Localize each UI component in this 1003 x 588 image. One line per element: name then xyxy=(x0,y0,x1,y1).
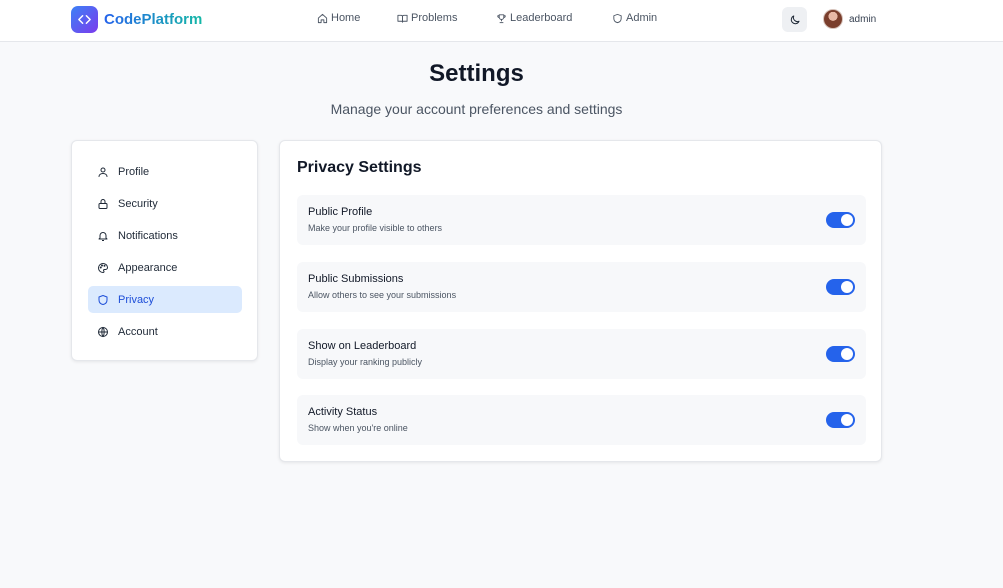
setting-public-submissions: Public Submissions Allow others to see y… xyxy=(297,262,866,312)
lock-icon xyxy=(98,198,108,209)
sidebar-item-label: Privacy xyxy=(118,293,155,306)
toggle-knob xyxy=(841,281,853,293)
avatar xyxy=(823,9,843,29)
user-menu[interactable]: admin xyxy=(823,9,876,29)
nav-problems-label: Problems xyxy=(411,12,458,24)
moon-icon xyxy=(790,15,799,24)
user-name: admin xyxy=(849,13,877,25)
setting-show-on-leaderboard: Show on Leaderboard Display your ranking… xyxy=(297,329,866,379)
setting-description: Show when you're online xyxy=(308,423,408,433)
sidebar-item-privacy[interactable]: Privacy xyxy=(88,286,242,313)
shield-icon xyxy=(98,294,108,305)
sidebar-item-profile[interactable]: Profile xyxy=(88,158,242,185)
settings-sidebar: Profile Security Notifications Appearanc… xyxy=(71,140,258,361)
home-icon xyxy=(317,13,328,23)
show-on-leaderboard-toggle[interactable] xyxy=(826,346,855,362)
nav-home[interactable]: Home xyxy=(317,12,360,24)
sidebar-item-security[interactable]: Security xyxy=(88,190,242,217)
nav-problems[interactable]: Problems xyxy=(397,12,457,24)
setting-label: Public Profile xyxy=(308,206,373,218)
sidebar-item-label: Security xyxy=(118,197,158,210)
nav-leaderboard[interactable]: Leaderboard xyxy=(496,12,572,24)
trophy-icon xyxy=(497,13,506,23)
page-subtitle: Manage your account preferences and sett… xyxy=(330,101,623,117)
nav-home-label: Home xyxy=(331,12,361,24)
nav-admin[interactable]: Admin xyxy=(612,12,657,24)
setting-label: Public Submissions xyxy=(308,273,404,285)
sidebar-item-notifications[interactable]: Notifications xyxy=(88,222,242,249)
public-profile-toggle[interactable] xyxy=(826,212,855,228)
activity-status-toggle[interactable] xyxy=(826,412,855,428)
setting-description: Allow others to see your submissions xyxy=(308,290,457,300)
sidebar-item-label: Account xyxy=(118,325,158,338)
user-icon xyxy=(98,167,108,177)
sidebar-item-account[interactable]: Account xyxy=(88,318,242,345)
sidebar-item-label: Notifications xyxy=(118,229,178,242)
setting-label: Activity Status xyxy=(308,406,378,418)
book-icon xyxy=(397,14,408,23)
setting-activity-status: Activity Status Show when you're online xyxy=(297,395,866,445)
palette-icon xyxy=(98,262,108,273)
bell-icon xyxy=(98,231,108,241)
setting-description: Display your ranking publicly xyxy=(308,357,423,367)
theme-toggle-button[interactable] xyxy=(782,7,807,32)
sidebar-item-label: Profile xyxy=(118,165,150,178)
setting-description: Make your profile visible to others xyxy=(308,223,443,233)
brand-name: CodePlatform xyxy=(104,11,203,28)
setting-public-profile: Public Profile Make your profile visible… xyxy=(297,195,866,245)
nav-admin-label: Admin xyxy=(626,12,658,24)
card-title: Privacy Settings xyxy=(297,159,422,176)
code-icon xyxy=(71,6,98,33)
public-submissions-toggle[interactable] xyxy=(826,279,855,295)
privacy-settings-card: Privacy Settings Public Profile Make you… xyxy=(279,140,882,462)
page-title: Settings xyxy=(429,60,524,87)
top-navbar: CodePlatform Home Problems Leaderboard A… xyxy=(0,0,1003,42)
globe-icon xyxy=(98,326,108,337)
toggle-knob xyxy=(841,214,853,226)
sidebar-item-appearance[interactable]: Appearance xyxy=(88,254,242,281)
brand[interactable]: CodePlatform xyxy=(71,6,202,33)
nav-leaderboard-label: Leaderboard xyxy=(510,12,573,24)
toggle-knob xyxy=(841,414,853,426)
setting-label: Show on Leaderboard xyxy=(308,340,417,352)
sidebar-item-label: Appearance xyxy=(118,261,178,274)
shield-icon xyxy=(613,13,622,23)
toggle-knob xyxy=(841,348,853,360)
